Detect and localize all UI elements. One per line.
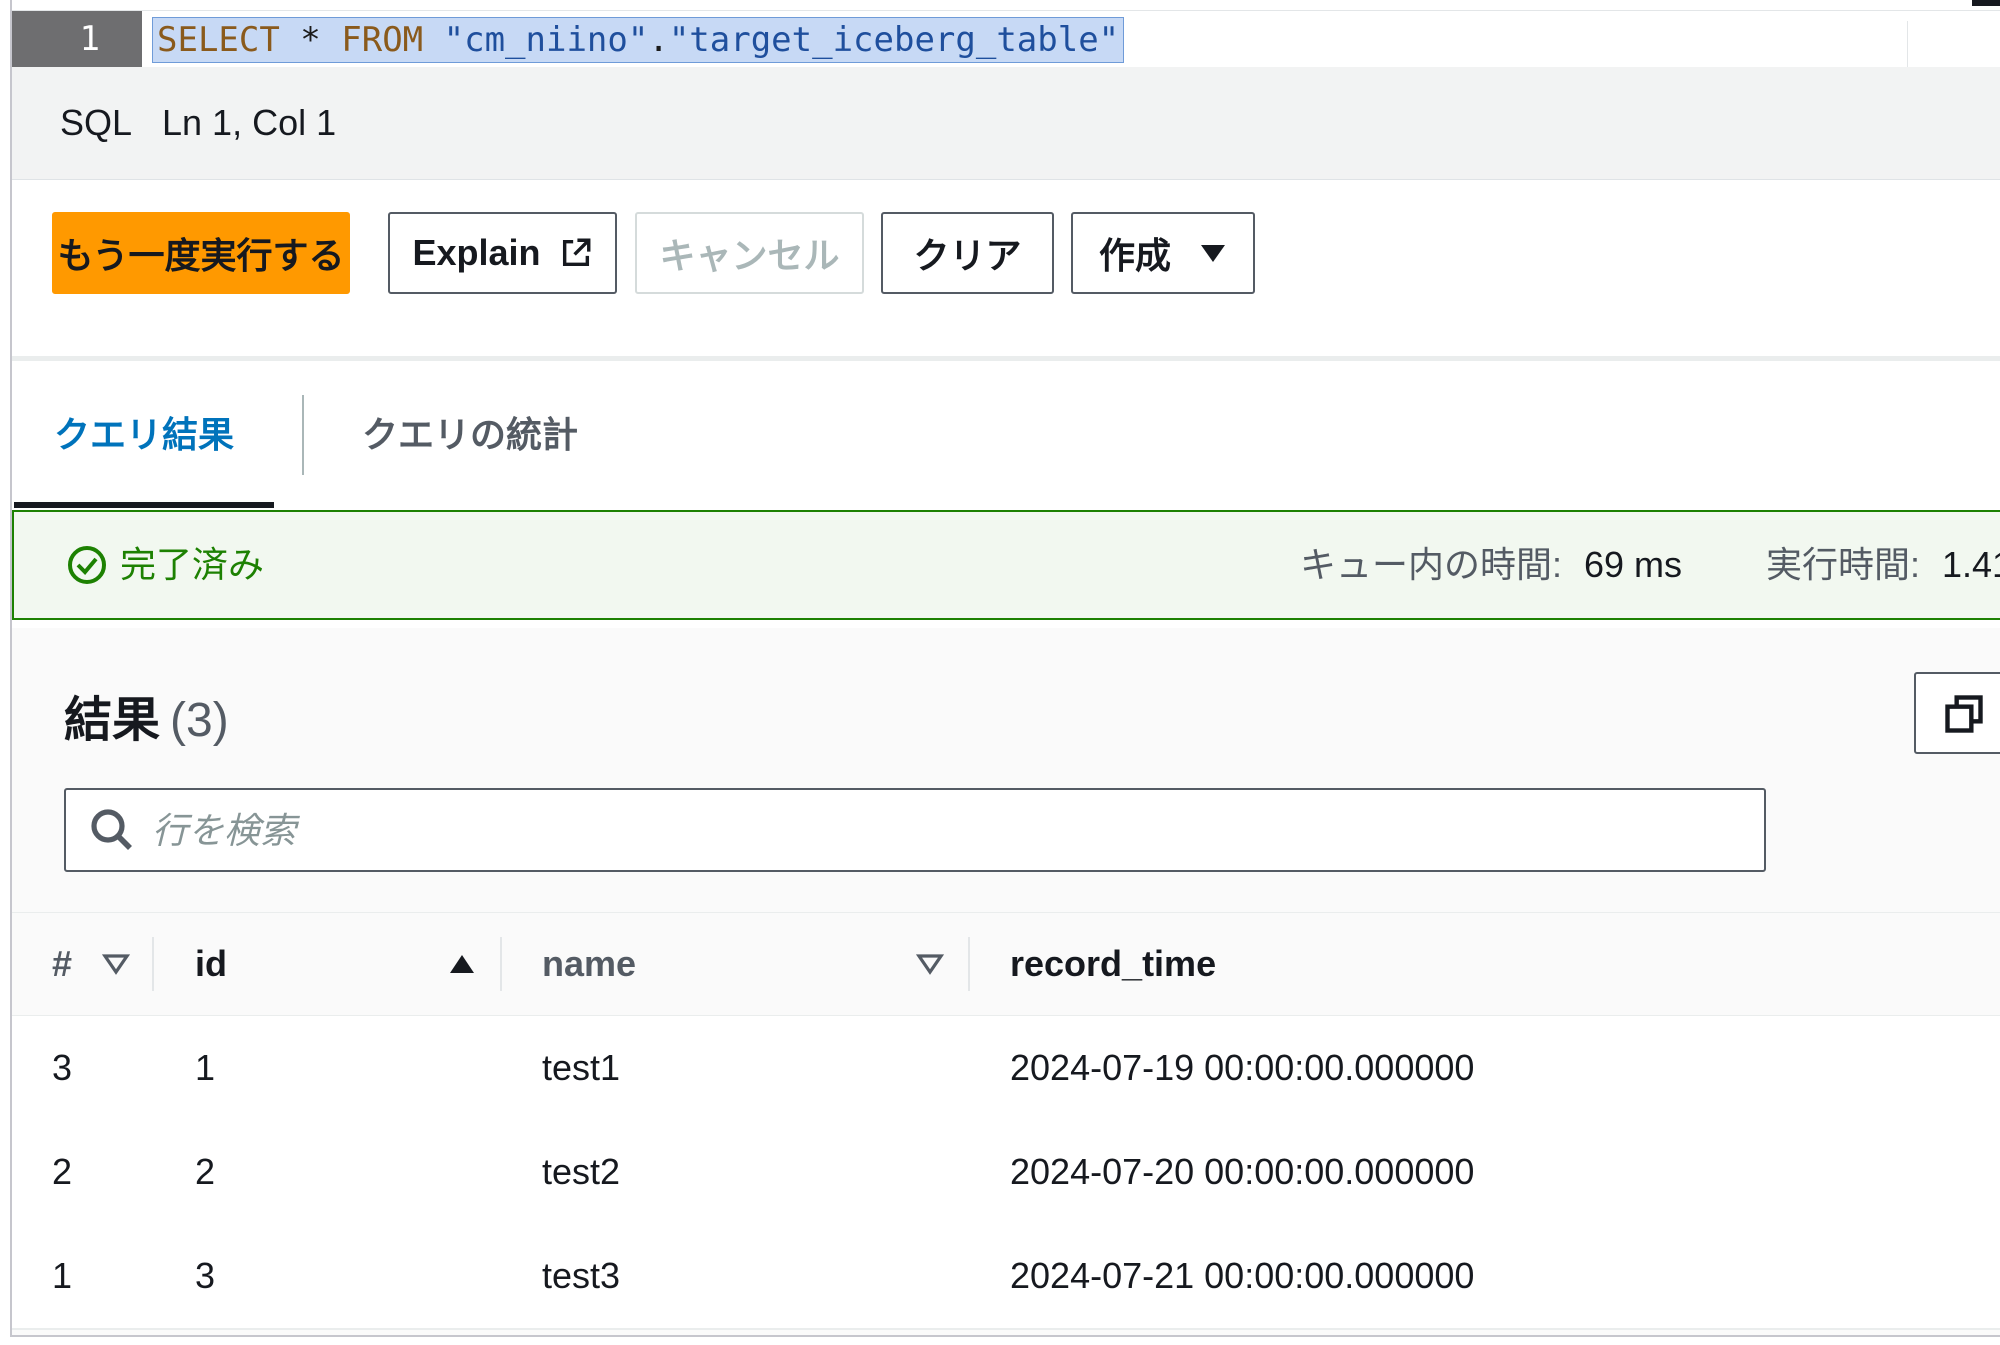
col-header-record-time[interactable]: record_time	[1010, 913, 1216, 1015]
table-row: 2 2 test2 2024-07-20 00:00:00.000000	[12, 1120, 2000, 1226]
code-editor[interactable]: 1 SELECT * FROM "cm_niino"."target_icebe…	[12, 10, 2000, 77]
keyword-from: FROM	[341, 20, 424, 60]
search-icon	[91, 809, 132, 850]
queue-time-value: 69 ms	[1584, 544, 1683, 585]
sort-down-icon[interactable]	[102, 913, 130, 1015]
explain-button[interactable]: Explain	[388, 212, 617, 294]
col-header-id[interactable]: id	[195, 913, 227, 1015]
row-search	[64, 788, 1766, 872]
tab-query-stats-label: クエリの統計	[362, 414, 579, 455]
cell-name: test1	[542, 1047, 621, 1088]
clear-button-label: クリア	[913, 235, 1022, 276]
results-title: 結果	[64, 694, 161, 747]
queue-time-label: キュー内の時間:	[1300, 544, 1563, 585]
copy-button[interactable]	[1914, 672, 2000, 754]
cell-record-time: 2024-07-19 00:00:00.000000	[1010, 1047, 1475, 1088]
cell-record-time: 2024-07-21 00:00:00.000000	[1010, 1255, 1475, 1296]
copy-icon	[1945, 695, 1983, 733]
column-divider	[500, 937, 502, 991]
cell-name: test2	[542, 1151, 621, 1192]
tab-divider	[302, 395, 304, 475]
rerun-button[interactable]: もう一度実行する	[52, 212, 350, 294]
rerun-button-label: もう一度実行する	[57, 235, 345, 276]
scrollbar-marker	[1972, 0, 2000, 6]
caret-down-icon	[1201, 245, 1225, 262]
table-header: # id name record_time	[12, 912, 2000, 1017]
query-editor-panel: 1 SELECT * FROM "cm_niino"."target_icebe…	[10, 0, 2000, 1337]
check-circle-icon	[68, 546, 106, 584]
clear-button[interactable]: クリア	[881, 212, 1054, 294]
table-token: "target_iceberg_table"	[668, 20, 1120, 60]
col-header-name[interactable]: name	[542, 913, 636, 1015]
col-header-num[interactable]: #	[52, 913, 72, 1015]
column-divider	[968, 937, 970, 991]
results-heading: 結果 (3)	[64, 680, 229, 750]
exec-time-value: 1.41	[1942, 544, 2000, 585]
cell-name: test3	[542, 1255, 621, 1296]
line-number: 1	[12, 11, 142, 67]
section-divider	[12, 356, 2000, 361]
sort-down-icon[interactable]	[916, 913, 944, 1015]
editor-status-bar: SQL Ln 1, Col 1	[12, 67, 2000, 180]
schema-token: "cm_niino"	[443, 20, 649, 60]
column-divider	[152, 937, 154, 991]
table-row: 1 3 test3 2024-07-21 00:00:00.000000	[12, 1224, 2000, 1330]
search-input[interactable]	[150, 802, 1734, 860]
star-token: *	[279, 20, 342, 60]
query-status-alert: 完了済み キュー内の時間: 69 ms 実行時間: 1.41	[12, 510, 2000, 620]
cell-num: 3	[52, 1047, 73, 1088]
dot-token: .	[648, 20, 669, 60]
exec-time-label: 実行時間:	[1766, 544, 1921, 585]
create-dropdown-button[interactable]: 作成	[1071, 212, 1255, 294]
cancel-button[interactable]: キャンセル	[635, 212, 864, 294]
language-label: SQL	[60, 102, 133, 143]
cell-id: 3	[195, 1255, 216, 1296]
tab-query-results[interactable]: クエリ結果	[14, 362, 275, 508]
table-row: 3 1 test1 2024-07-19 00:00:00.000000	[12, 1016, 2000, 1122]
keyword-select: SELECT	[157, 20, 280, 60]
cell-id: 2	[195, 1151, 216, 1192]
cell-num: 1	[52, 1255, 73, 1296]
status-completed: 完了済み	[66, 512, 264, 618]
tab-query-stats[interactable]: クエリの統計	[362, 362, 578, 508]
tab-query-results-label: クエリ結果	[54, 414, 235, 455]
sort-up-icon[interactable]	[448, 913, 476, 1015]
cell-id: 1	[195, 1047, 216, 1088]
external-link-icon	[562, 238, 590, 267]
explain-button-label: Explain	[412, 232, 541, 273]
cancel-button-label: キャンセル	[659, 235, 840, 276]
create-button-label: 作成	[1098, 235, 1171, 276]
status-text: 完了済み	[120, 544, 265, 585]
cursor-position: Ln 1, Col 1	[162, 102, 337, 143]
results-count: (3)	[170, 694, 229, 747]
cell-num: 2	[52, 1151, 73, 1192]
sql-statement[interactable]: SELECT * FROM "cm_niino"."target_iceberg…	[152, 17, 1125, 63]
cell-record-time: 2024-07-20 00:00:00.000000	[1010, 1151, 1475, 1192]
